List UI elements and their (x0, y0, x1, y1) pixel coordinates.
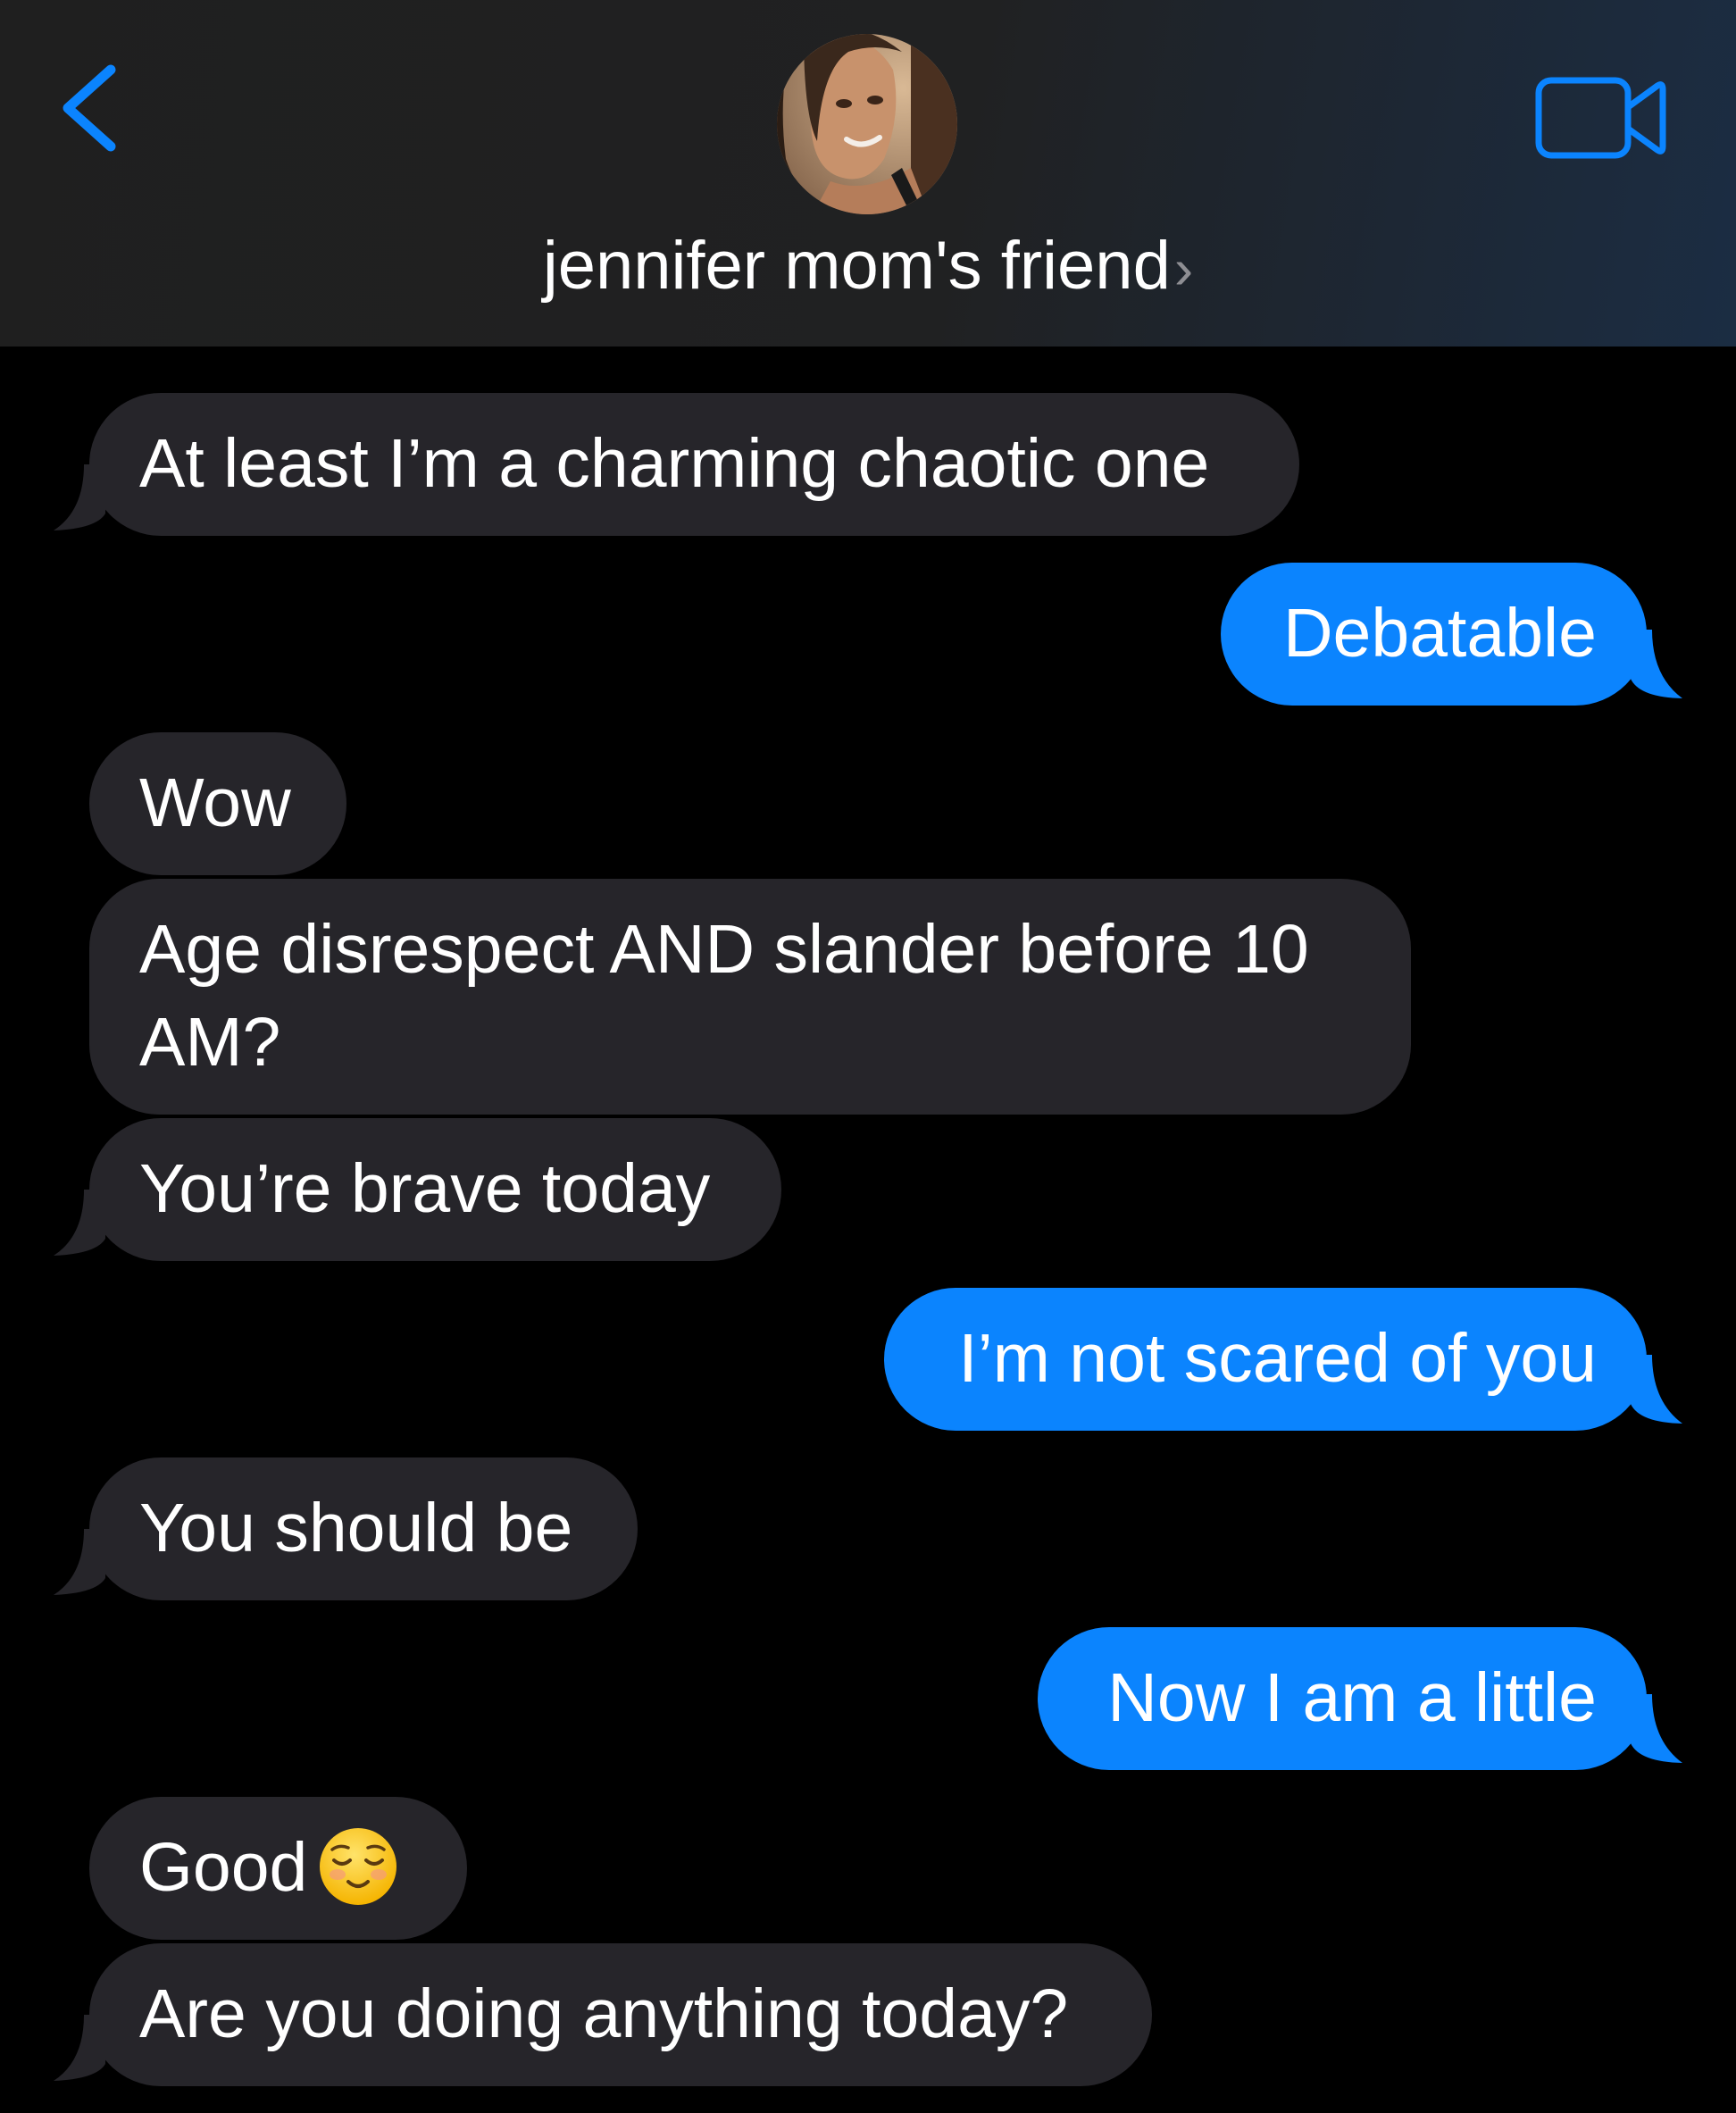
chevron-left-icon (63, 64, 116, 152)
contact-name-button[interactable]: jennifer mom's friend› (0, 221, 1736, 313)
message-tail (54, 2015, 105, 2081)
message-text: Age disrespect AND slander before 10 AM? (139, 911, 1309, 1081)
chevron-right-icon: › (1173, 237, 1194, 301)
message-tail (54, 1529, 105, 1595)
incoming-message-bubble[interactable]: You should be (89, 1457, 638, 1600)
message-text: At least I’m a charming chaotic one (139, 425, 1210, 502)
message-tail (1631, 630, 1682, 698)
conversation-header: jennifer mom's friend› (0, 0, 1736, 347)
message-text: Now I am a little (1107, 1659, 1597, 1736)
outgoing-message-bubble[interactable]: Now I am a little (1038, 1627, 1647, 1770)
contact-avatar[interactable] (777, 34, 957, 214)
avatar-photo (777, 34, 957, 214)
incoming-message-bubble[interactable]: Good (89, 1797, 467, 1940)
message-text: Good (139, 1829, 308, 1906)
message-tail (1631, 1355, 1682, 1424)
message-text: Are you doing anything today? (139, 1975, 1069, 2052)
message-text: I’m not scared of you (958, 1320, 1597, 1397)
message-text: Wow (139, 764, 291, 841)
message-tail (54, 464, 105, 530)
outgoing-message-bubble[interactable]: Debatable (1221, 563, 1647, 706)
incoming-message-bubble[interactable]: Are you doing anything today? (89, 1943, 1152, 2086)
video-camera-icon (1535, 77, 1666, 159)
back-button[interactable] (55, 59, 127, 157)
outgoing-message-bubble[interactable]: I’m not scared of you (884, 1288, 1647, 1431)
message-text: You’re brave today (139, 1150, 711, 1227)
incoming-message-bubble[interactable]: At least I’m a charming chaotic one (89, 393, 1299, 536)
relieved-face-emoji (320, 1828, 397, 1905)
message-tail (54, 1190, 105, 1256)
message-text: You should be (139, 1490, 573, 1566)
incoming-message-bubble[interactable]: Age disrespect AND slander before 10 AM? (89, 879, 1411, 1115)
facetime-video-button[interactable] (1534, 73, 1668, 163)
message-text: Debatable (1282, 595, 1597, 672)
contact-name: jennifer mom's friend (542, 228, 1171, 304)
incoming-message-bubble[interactable]: Wow (89, 732, 346, 875)
message-tail (1631, 1694, 1682, 1763)
incoming-message-bubble[interactable]: You’re brave today (89, 1118, 781, 1261)
